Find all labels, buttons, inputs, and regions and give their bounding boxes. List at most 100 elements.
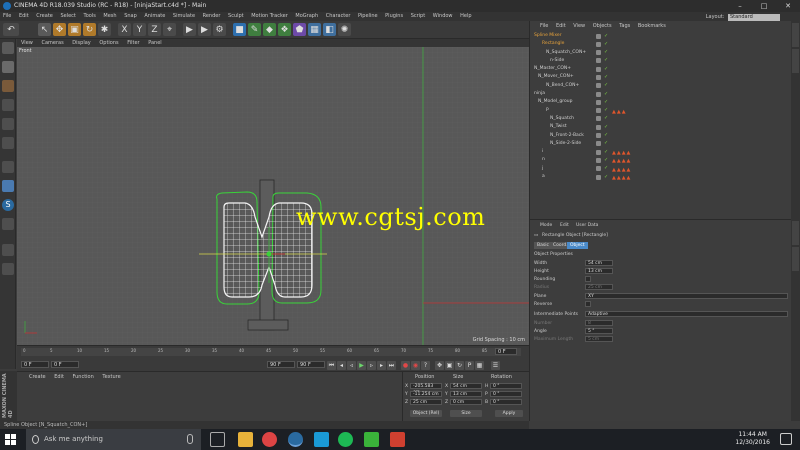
number-field[interactable]: 8 — [585, 320, 613, 326]
menu-file[interactable]: File — [3, 13, 11, 19]
intermediate-points-dropdown[interactable]: Adaptive — [585, 311, 788, 317]
size-y-field[interactable]: 13 cm — [450, 391, 482, 397]
cortana-search-box[interactable]: Ask me anything — [26, 429, 201, 450]
workplane-icon[interactable] — [2, 218, 14, 230]
scene-icon[interactable]: ▦ — [308, 23, 321, 36]
visibility-dot-icon[interactable] — [596, 124, 601, 130]
microphone-icon[interactable] — [187, 434, 193, 444]
object-row[interactable]: Rectangle ✓ — [530, 40, 792, 48]
prev-frame-icon[interactable]: ◃ — [347, 361, 356, 370]
visibility-dot-icon[interactable] — [596, 166, 601, 172]
visibility-dot-icon[interactable] — [596, 33, 601, 39]
menu-script[interactable]: Script — [411, 13, 426, 19]
attr-menu-edit[interactable]: Edit — [560, 223, 569, 228]
reverse-checkbox[interactable] — [585, 301, 591, 307]
menu-plugins[interactable]: Plugins — [385, 13, 403, 19]
object-row[interactable]: a ✓ ▲▲▲▲ — [530, 173, 792, 181]
visibility-dot-icon[interactable] — [596, 149, 601, 155]
texture-mode-icon[interactable] — [2, 80, 14, 92]
menu-create[interactable]: Create — [36, 13, 53, 19]
coord-mode-dropdown[interactable]: Object (Rel) — [410, 410, 442, 417]
obj-menu-edit[interactable]: Edit — [556, 23, 566, 29]
end-frame-field[interactable]: 0 F — [495, 348, 517, 355]
move-tool-icon[interactable]: ✥ — [53, 23, 66, 36]
menu-animate[interactable]: Animate — [144, 13, 165, 19]
timeline-scheme-icon[interactable]: ☰ — [491, 361, 500, 370]
maximize-button[interactable]: □ — [752, 0, 776, 12]
visibility-dot-icon[interactable] — [596, 50, 601, 56]
obj-menu-objects[interactable]: Objects — [593, 23, 612, 29]
close-button[interactable]: ✕ — [776, 0, 800, 12]
visibility-dot-icon[interactable] — [596, 108, 601, 114]
menu-mograph[interactable]: MoGraph — [295, 13, 318, 19]
camera-icon[interactable]: ◧ — [323, 23, 336, 36]
enabled-check-icon[interactable]: ✓ — [604, 108, 609, 113]
object-row[interactable]: N_Twist ✓ — [530, 123, 792, 131]
object-row[interactable]: N_Model_group ✓ — [530, 98, 792, 106]
object-row[interactable]: i ✓ ▲▲▲▲ — [530, 148, 792, 156]
enabled-check-icon[interactable]: ✓ — [604, 33, 609, 39]
enabled-check-icon[interactable]: ✓ — [604, 157, 609, 163]
enabled-check-icon[interactable]: ✓ — [604, 166, 609, 171]
menu-window[interactable]: Window — [433, 13, 453, 19]
rot-p-field[interactable]: 0 ° — [490, 391, 522, 397]
attributes-side-tab[interactable] — [792, 221, 799, 245]
viewport-menu-options[interactable]: Options — [99, 40, 118, 46]
material-menu-texture[interactable]: Texture — [102, 374, 120, 380]
z-axis-icon[interactable]: Z — [148, 23, 161, 36]
prev-key-icon[interactable]: ◂ — [337, 361, 346, 370]
object-row[interactable]: N_Squatch_CON+ ✓ — [530, 49, 792, 57]
visibility-dot-icon[interactable] — [596, 141, 601, 147]
viewport-menu-view[interactable]: View — [21, 40, 33, 46]
obj-menu-view[interactable]: View — [573, 23, 585, 29]
pos-z-field[interactable]: 25 cm — [410, 399, 442, 405]
size-x-field[interactable]: 54 cm — [450, 383, 482, 389]
layers-side-tab[interactable] — [792, 247, 799, 271]
record-icon[interactable]: ● — [401, 361, 410, 370]
keyframe-selection-icon[interactable]: ? — [421, 361, 430, 370]
autokey-icon[interactable]: ◉ — [411, 361, 420, 370]
takes-side-tab[interactable] — [792, 49, 799, 73]
material-menu-create[interactable]: Create — [29, 374, 46, 380]
enabled-check-icon[interactable]: ✓ — [604, 116, 609, 121]
chrome-icon[interactable] — [262, 432, 277, 447]
snap-icon[interactable]: S — [2, 199, 14, 211]
render-picture-viewer-icon[interactable]: ▶ — [198, 23, 211, 36]
viewport-menu-display[interactable]: Display — [72, 40, 90, 46]
object-row[interactable]: ninja ✓ — [530, 90, 792, 98]
viewport-menu-panel[interactable]: Panel — [148, 40, 162, 46]
menu-pipeline[interactable]: Pipeline — [358, 13, 378, 19]
timeline-ruler[interactable]: 0 5 10 15 20 25 30 35 40 45 50 55 60 65 … — [21, 348, 521, 356]
parameter-key-icon[interactable]: P — [465, 361, 474, 370]
cube-icon[interactable]: ■ — [233, 23, 246, 36]
obj-menu-tags[interactable]: Tags — [619, 23, 630, 29]
enabled-check-icon[interactable]: ✓ — [604, 50, 609, 55]
model-mode-icon[interactable] — [2, 61, 14, 73]
polygons-mode-icon[interactable] — [2, 137, 14, 149]
object-row[interactable]: N_Squatch ✓ — [530, 115, 792, 123]
rotate-tool-icon[interactable]: ↻ — [83, 23, 96, 36]
tab-object[interactable]: Object — [567, 242, 588, 249]
task-view-icon[interactable] — [210, 432, 225, 447]
next-frame-icon[interactable]: ▹ — [367, 361, 376, 370]
enabled-check-icon[interactable]: ✓ — [604, 124, 609, 130]
deformer-icon[interactable]: ⬟ — [293, 23, 306, 36]
object-row[interactable]: N_Side-2-Side ✓ — [530, 140, 792, 148]
enabled-check-icon[interactable]: ✓ — [604, 149, 609, 155]
visibility-dot-icon[interactable] — [596, 133, 601, 139]
pos-y-field[interactable]: -11.254 cm — [410, 391, 442, 397]
live-selection-icon[interactable]: ↖ — [38, 23, 51, 36]
preview-max-field[interactable]: 90 F — [297, 361, 325, 368]
menu-sculpt[interactable]: Sculpt — [228, 13, 244, 19]
enabled-check-icon[interactable]: ✓ — [604, 99, 609, 105]
visibility-dot-icon[interactable] — [596, 83, 601, 89]
object-row[interactable]: n ✓ ▲▲▲▲ — [530, 156, 792, 164]
apply-button[interactable]: Apply — [495, 410, 523, 417]
enabled-check-icon[interactable]: ✓ — [604, 141, 609, 146]
enabled-check-icon[interactable]: ✓ — [604, 66, 609, 72]
system-clock[interactable]: 11:44 AM 12/30/2016 — [735, 431, 770, 447]
radius-field[interactable]: 25 cm — [585, 284, 613, 290]
pen-spline-icon[interactable]: ✎ — [248, 23, 261, 36]
enabled-check-icon[interactable]: ✓ — [604, 133, 609, 138]
obj-menu-file[interactable]: File — [540, 23, 548, 29]
